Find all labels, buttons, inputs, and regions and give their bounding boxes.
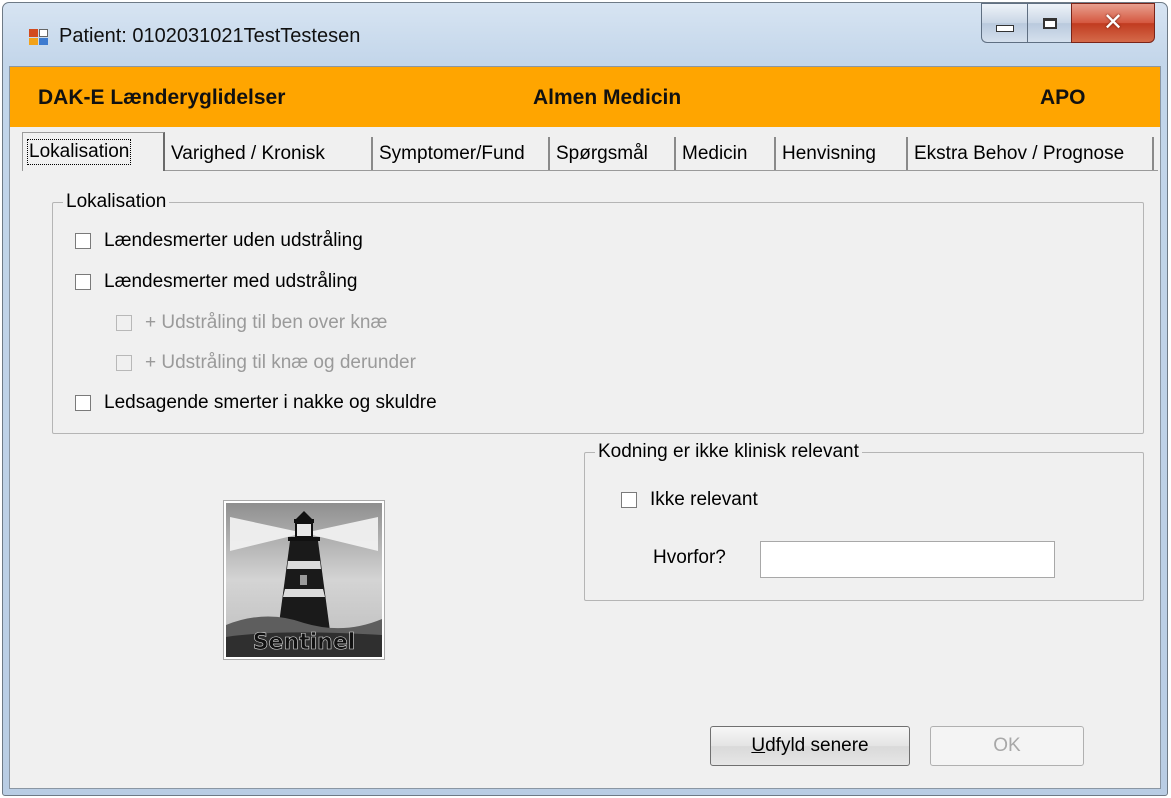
checkbox-uden-udstraaling[interactable]: Lændesmerter uden udstråling xyxy=(75,230,363,252)
tab-panel-border xyxy=(22,170,1158,171)
close-icon: ✕ xyxy=(1102,7,1124,36)
lokalisation-legend: Lokalisation xyxy=(66,191,167,212)
app-icon[interactable] xyxy=(29,29,49,45)
checkbox-ben-over-knae: + Udstråling til ben over knæ xyxy=(116,312,387,334)
kodning-legend: Kodning er ikke klinisk relevant xyxy=(598,441,859,462)
checkbox-box[interactable] xyxy=(75,274,91,290)
checkbox-box[interactable] xyxy=(621,492,637,508)
banner-specialty: Almen Medicin xyxy=(533,86,682,109)
hvorfor-input[interactable] xyxy=(760,541,1055,578)
hvorfor-label: Hvorfor? xyxy=(653,547,726,568)
tab-medicin[interactable]: Medicin xyxy=(676,137,776,170)
checkbox-med-udstraaling[interactable]: Lændesmerter med udstråling xyxy=(75,271,357,293)
banner-code: APO xyxy=(1040,86,1086,109)
sentinel-logo: Sentinel xyxy=(223,500,385,660)
tab-strip: Lokalisation Varighed / Kronisk Symptome… xyxy=(22,131,1158,171)
tab-symptomer-fund[interactable]: Symptomer/Fund xyxy=(373,137,550,170)
tab-lokalisation[interactable]: Lokalisation xyxy=(22,132,165,171)
banner-module: DAK-E Lænderyglidelser xyxy=(38,86,286,109)
header-banner: DAK-E Lænderyglidelser Almen Medicin APO xyxy=(10,67,1160,127)
checkbox-box xyxy=(116,315,132,331)
window-title: Patient: 0102031021TestTestesen xyxy=(59,25,361,47)
maximize-icon xyxy=(1042,17,1057,29)
checkbox-box[interactable] xyxy=(75,395,91,411)
minimize-icon xyxy=(995,24,1014,32)
app-window: Patient: 0102031021TestTestesen ✕ DAK-E … xyxy=(2,2,1168,796)
tab-varighed-kronisk[interactable]: Varighed / Kronisk xyxy=(165,137,373,170)
tab-henvisning[interactable]: Henvisning xyxy=(776,137,908,170)
close-button[interactable]: ✕ xyxy=(1071,3,1155,43)
tab-ekstra-behov-prognose[interactable]: Ekstra Behov / Prognose xyxy=(908,137,1154,170)
client-area: DAK-E Lænderyglidelser Almen Medicin APO… xyxy=(9,66,1161,789)
checkbox-nakke-skuldre[interactable]: Ledsagende smerter i nakke og skuldre xyxy=(75,392,437,414)
checkbox-knae-og-derunder: + Udstråling til knæ og derunder xyxy=(116,352,416,374)
title-bar[interactable]: Patient: 0102031021TestTestesen ✕ xyxy=(3,3,1167,65)
window-controls: ✕ xyxy=(981,3,1155,45)
ok-button: OK xyxy=(930,726,1084,766)
udfyld-senere-button[interactable]: Udfyld senere xyxy=(710,726,910,766)
checkbox-ikke-relevant[interactable]: Ikke relevant xyxy=(621,489,758,511)
checkbox-box[interactable] xyxy=(75,233,91,249)
checkbox-box xyxy=(116,355,132,371)
sentinel-logo-text: Sentinel xyxy=(253,630,356,655)
minimize-button[interactable] xyxy=(981,3,1027,43)
maximize-button[interactable] xyxy=(1027,3,1071,43)
tab-spoergsmaal[interactable]: Spørgsmål xyxy=(550,137,676,170)
